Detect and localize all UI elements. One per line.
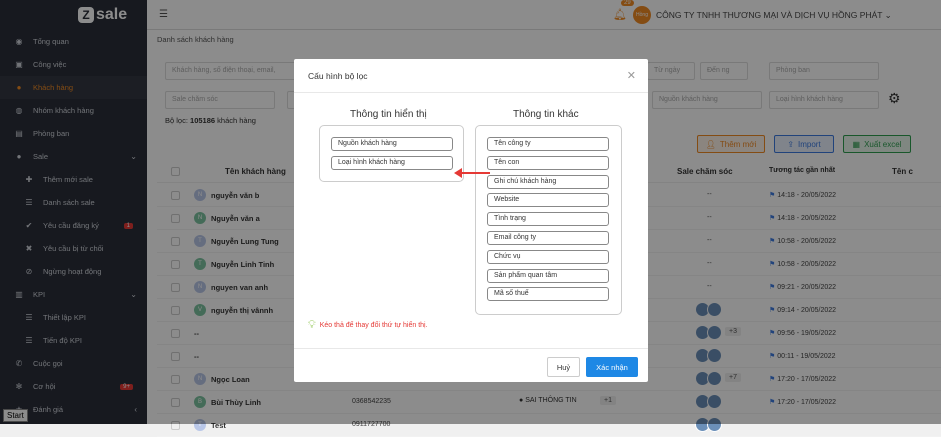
display-field-item[interactable]: Loại hình khách hàng: [331, 156, 453, 170]
cancel-button[interactable]: Huỷ: [547, 357, 580, 377]
other-fields-box[interactable]: Tên công ty Tên con Ghi chú khách hàng Webs…: [475, 125, 622, 315]
modal-title: Cấu hình bộ lọc: [308, 71, 368, 81]
display-heading: Thông tin hiển thị: [350, 109, 427, 120]
other-field-item[interactable]: Tên công ty: [487, 137, 609, 151]
other-field-item[interactable]: Sản phẩm quan tâm: [487, 268, 609, 283]
display-fields-box[interactable]: Nguồn khách hàng Loại hình khách hàng: [319, 125, 464, 182]
lightbulb-icon: 💡︎: [308, 319, 316, 331]
close-icon[interactable]: ✕: [627, 69, 636, 82]
other-field-item[interactable]: Chức vụ: [487, 249, 609, 264]
other-heading: Thông tin khác: [513, 109, 579, 120]
other-field-item[interactable]: Tình trạng: [487, 212, 609, 227]
divider: [294, 348, 648, 349]
hint-text: Kéo thả để thay đổi thứ tự hiển thị.: [319, 322, 428, 329]
confirm-button[interactable]: Xác nhận: [586, 357, 638, 377]
other-field-item[interactable]: Mã số thuế: [487, 287, 609, 302]
other-field-item[interactable]: Ghi chú khách hàng: [487, 174, 609, 189]
other-field-item[interactable]: Email công ty: [487, 231, 609, 245]
divider: [294, 92, 648, 93]
filter-config-modal: Cấu hình bộ lọc ✕ Thông tin hiển thị Thô…: [294, 59, 648, 382]
drag-hint: 💡︎ Kéo thả để thay đổi thứ tự hiển thị.: [308, 319, 428, 332]
other-field-item[interactable]: Tên con: [487, 155, 609, 170]
drag-arrow-icon: [454, 168, 490, 178]
display-field-item[interactable]: Nguồn khách hàng: [331, 137, 453, 151]
other-field-item[interactable]: Website: [487, 193, 609, 208]
